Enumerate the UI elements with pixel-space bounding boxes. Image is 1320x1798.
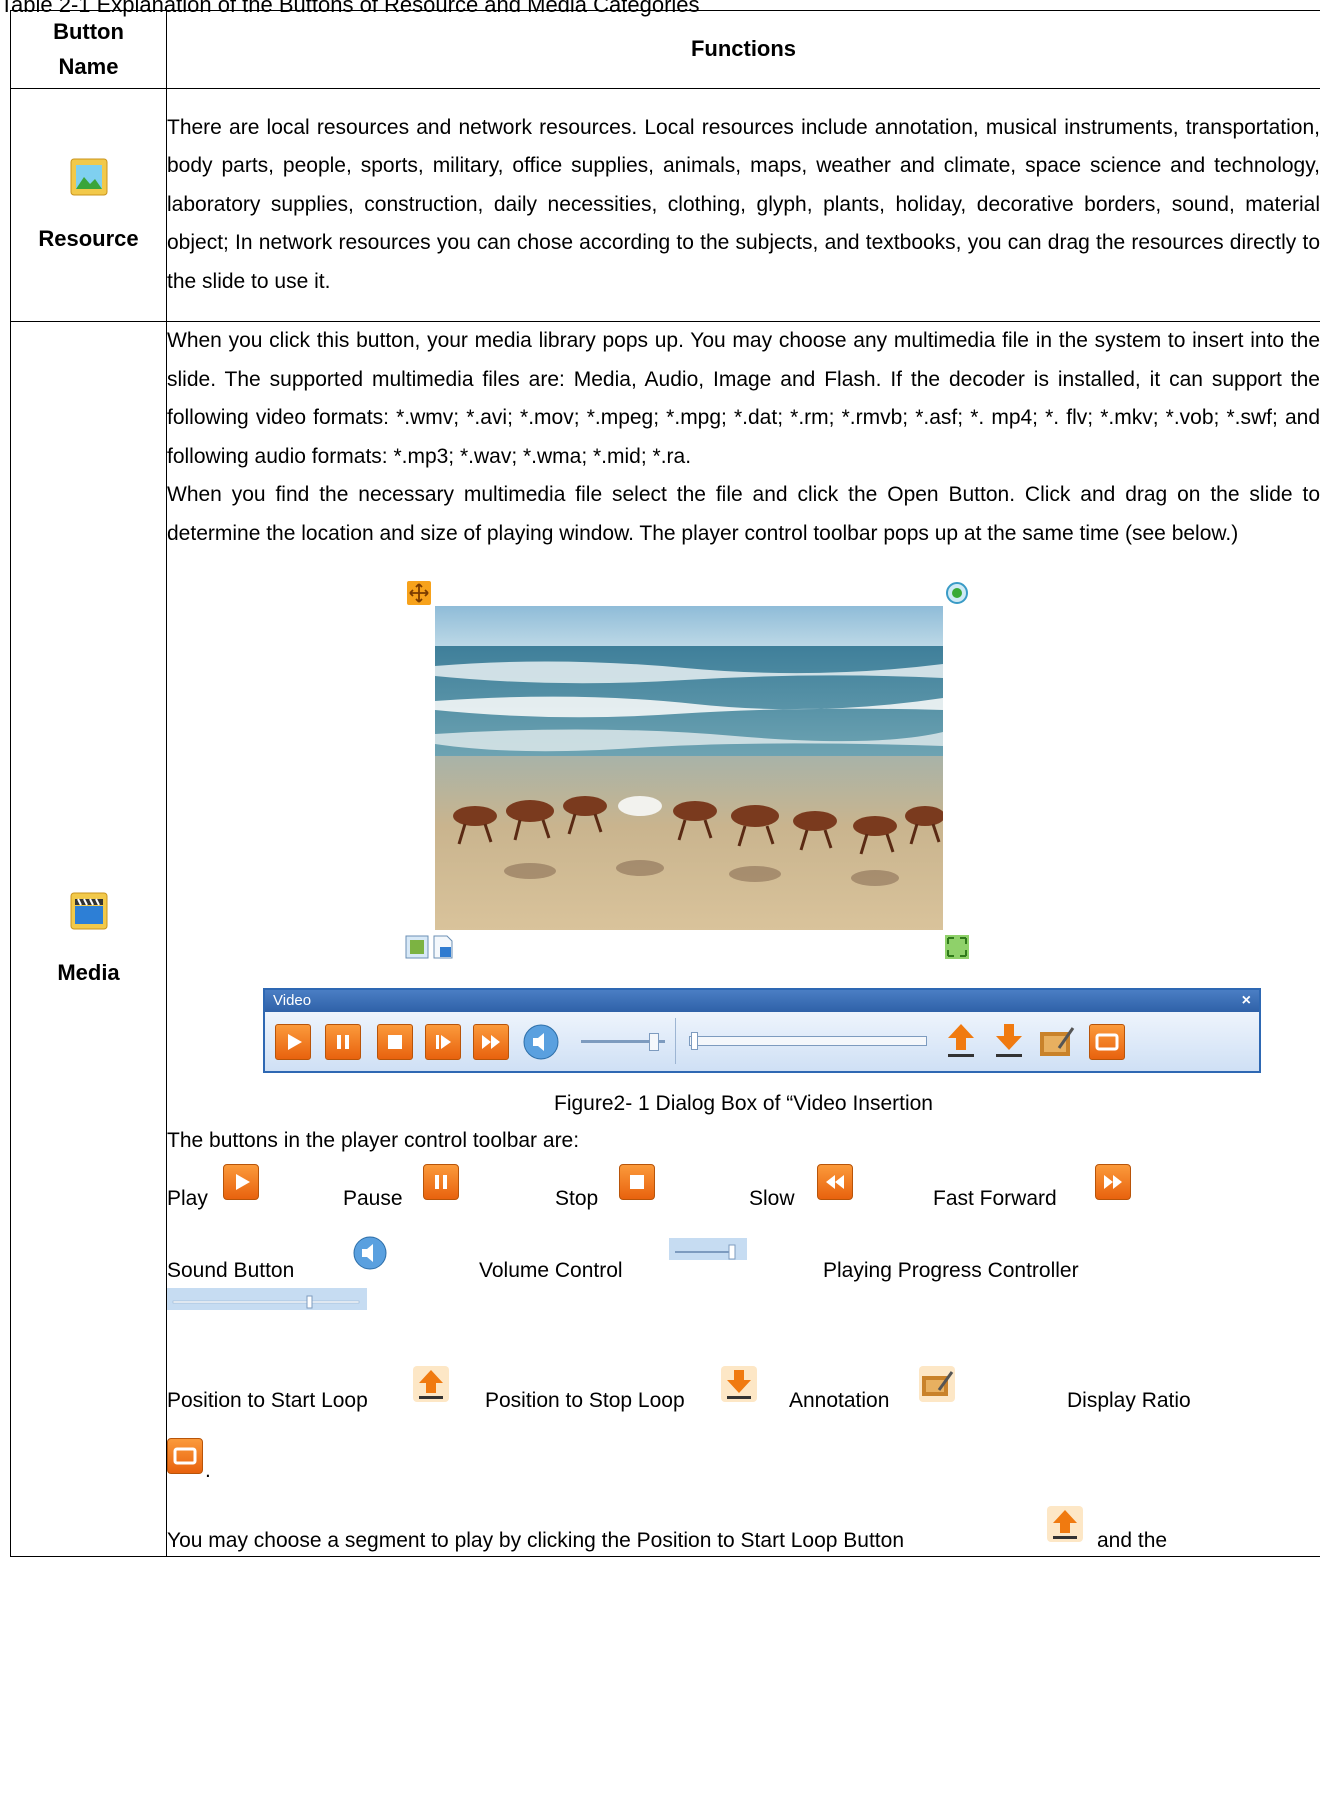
volume-thumb[interactable] xyxy=(649,1032,659,1051)
trailing-period: . xyxy=(205,1459,211,1483)
media-paragraph-1: When you click this button, your media l… xyxy=(167,329,1320,468)
buttons-line-5: . xyxy=(167,1436,1320,1512)
buttons-table: Button Name Functions Resource There are… xyxy=(10,10,1320,1558)
toolbar-buttons-list: Play Pause Stop Slow Fast Forward Sound … xyxy=(167,1160,1320,1556)
display-ratio-label: Display Ratio xyxy=(1067,1389,1191,1413)
header-button-name-line2: Name xyxy=(58,53,119,79)
close-icon[interactable]: × xyxy=(1242,990,1251,1012)
buttons-line-3 xyxy=(167,1284,1320,1364)
buttons-line-1: Play Pause Stop Slow Fast Forward xyxy=(167,1160,1320,1234)
fast-forward-label: Fast Forward xyxy=(933,1187,1057,1211)
save-media-icon[interactable] xyxy=(431,934,455,959)
slow-label: Slow xyxy=(749,1187,795,1211)
media-paragraph-2: When you find the necessary multimedia f… xyxy=(167,483,1320,545)
table-row-media: Media When you click this button, your m… xyxy=(10,320,1320,1558)
play-icon xyxy=(223,1164,259,1201)
slow-button[interactable] xyxy=(425,1023,461,1060)
replace-media-icon[interactable] xyxy=(405,934,429,959)
stop-label: Stop xyxy=(555,1187,599,1211)
sound-icon-small xyxy=(353,1236,387,1284)
play-label: Play xyxy=(167,1187,208,1211)
resource-description: There are local resources and network re… xyxy=(167,115,1320,293)
resize-handle-icon[interactable] xyxy=(945,934,969,959)
resource-name-cell: Resource xyxy=(10,88,167,322)
progress-thumb[interactable] xyxy=(691,1031,698,1050)
resource-description-cell: There are local resources and network re… xyxy=(166,88,1320,322)
toolbar-buttons-row xyxy=(265,1011,1259,1074)
annotation-icon-small xyxy=(919,1366,955,1403)
stop-button[interactable] xyxy=(377,1023,413,1060)
display-ratio-button[interactable] xyxy=(1089,1023,1125,1060)
rotate-handle-icon[interactable] xyxy=(945,580,969,604)
header-button-name-line1: Button xyxy=(53,19,124,45)
stop-loop-icon-small xyxy=(721,1366,757,1403)
header-button-name: Button Name xyxy=(10,10,167,89)
progress-slider[interactable] xyxy=(689,1035,927,1046)
sound-icon[interactable] xyxy=(523,1024,559,1074)
slow-icon xyxy=(817,1164,853,1201)
stop-loop-label: Position to Stop Loop xyxy=(485,1389,685,1413)
start-loop-label: Position to Start Loop xyxy=(167,1389,368,1413)
header-functions: Functions xyxy=(166,10,1320,89)
figure-caption: Figure2- 1 Dialog Box of “Video Insertio… xyxy=(554,1091,933,1115)
buttons-line-6: You may choose a segment to play by clic… xyxy=(167,1506,1320,1556)
start-loop-icon[interactable] xyxy=(945,1022,977,1074)
buttons-line-2: Sound Button Volume Control Playing Prog… xyxy=(167,1234,1320,1284)
start-loop-icon-inline xyxy=(1047,1506,1083,1543)
picture-icon[interactable] xyxy=(11,158,166,202)
annotation-icon[interactable] xyxy=(1039,1024,1075,1072)
clapperboard-icon[interactable] xyxy=(11,892,166,936)
table-row-resource: Resource There are local resources and n… xyxy=(10,88,1320,322)
fast-forward-button[interactable] xyxy=(473,1023,509,1060)
pause-label: Pause xyxy=(343,1187,403,1211)
start-loop-icon-small xyxy=(413,1366,449,1403)
toolbar-divider xyxy=(675,1017,676,1064)
buttons-line-4: Position to Start Loop Position to Stop … xyxy=(167,1364,1320,1436)
table-header-row: Button Name Functions xyxy=(10,10,1320,89)
video-preview-image xyxy=(435,605,943,930)
fast-forward-icon xyxy=(1095,1164,1131,1201)
segment-text-b: and the xyxy=(1097,1529,1168,1553)
media-description-cell: When you click this button, your media l… xyxy=(166,320,1320,1558)
segment-text-a: You may choose a segment to play by clic… xyxy=(167,1529,904,1553)
volume-control-image xyxy=(669,1238,747,1261)
play-button[interactable] xyxy=(275,1023,311,1060)
move-handle-icon[interactable] xyxy=(407,580,431,605)
pause-button[interactable] xyxy=(325,1023,361,1060)
pause-icon xyxy=(423,1164,459,1201)
display-ratio-icon-small xyxy=(167,1438,203,1475)
stop-loop-icon[interactable] xyxy=(993,1022,1025,1074)
media-name-cell: Media xyxy=(10,320,167,1558)
stop-icon xyxy=(619,1164,655,1201)
video-insertion-figure: Video × Figure2- 1 Dialog Box of “Video … xyxy=(167,560,1320,1126)
media-label: Media xyxy=(57,960,120,986)
progress-controller-image xyxy=(167,1288,367,1311)
player-control-toolbar: Video × xyxy=(263,987,1261,1074)
annotation-label: Annotation xyxy=(789,1389,890,1413)
toolbar-title: Video xyxy=(273,991,312,1009)
toolbar-title-bar: Video × xyxy=(265,989,1259,1012)
resource-label: Resource xyxy=(38,226,139,251)
buttons-intro: The buttons in the player control toolba… xyxy=(167,1128,580,1152)
